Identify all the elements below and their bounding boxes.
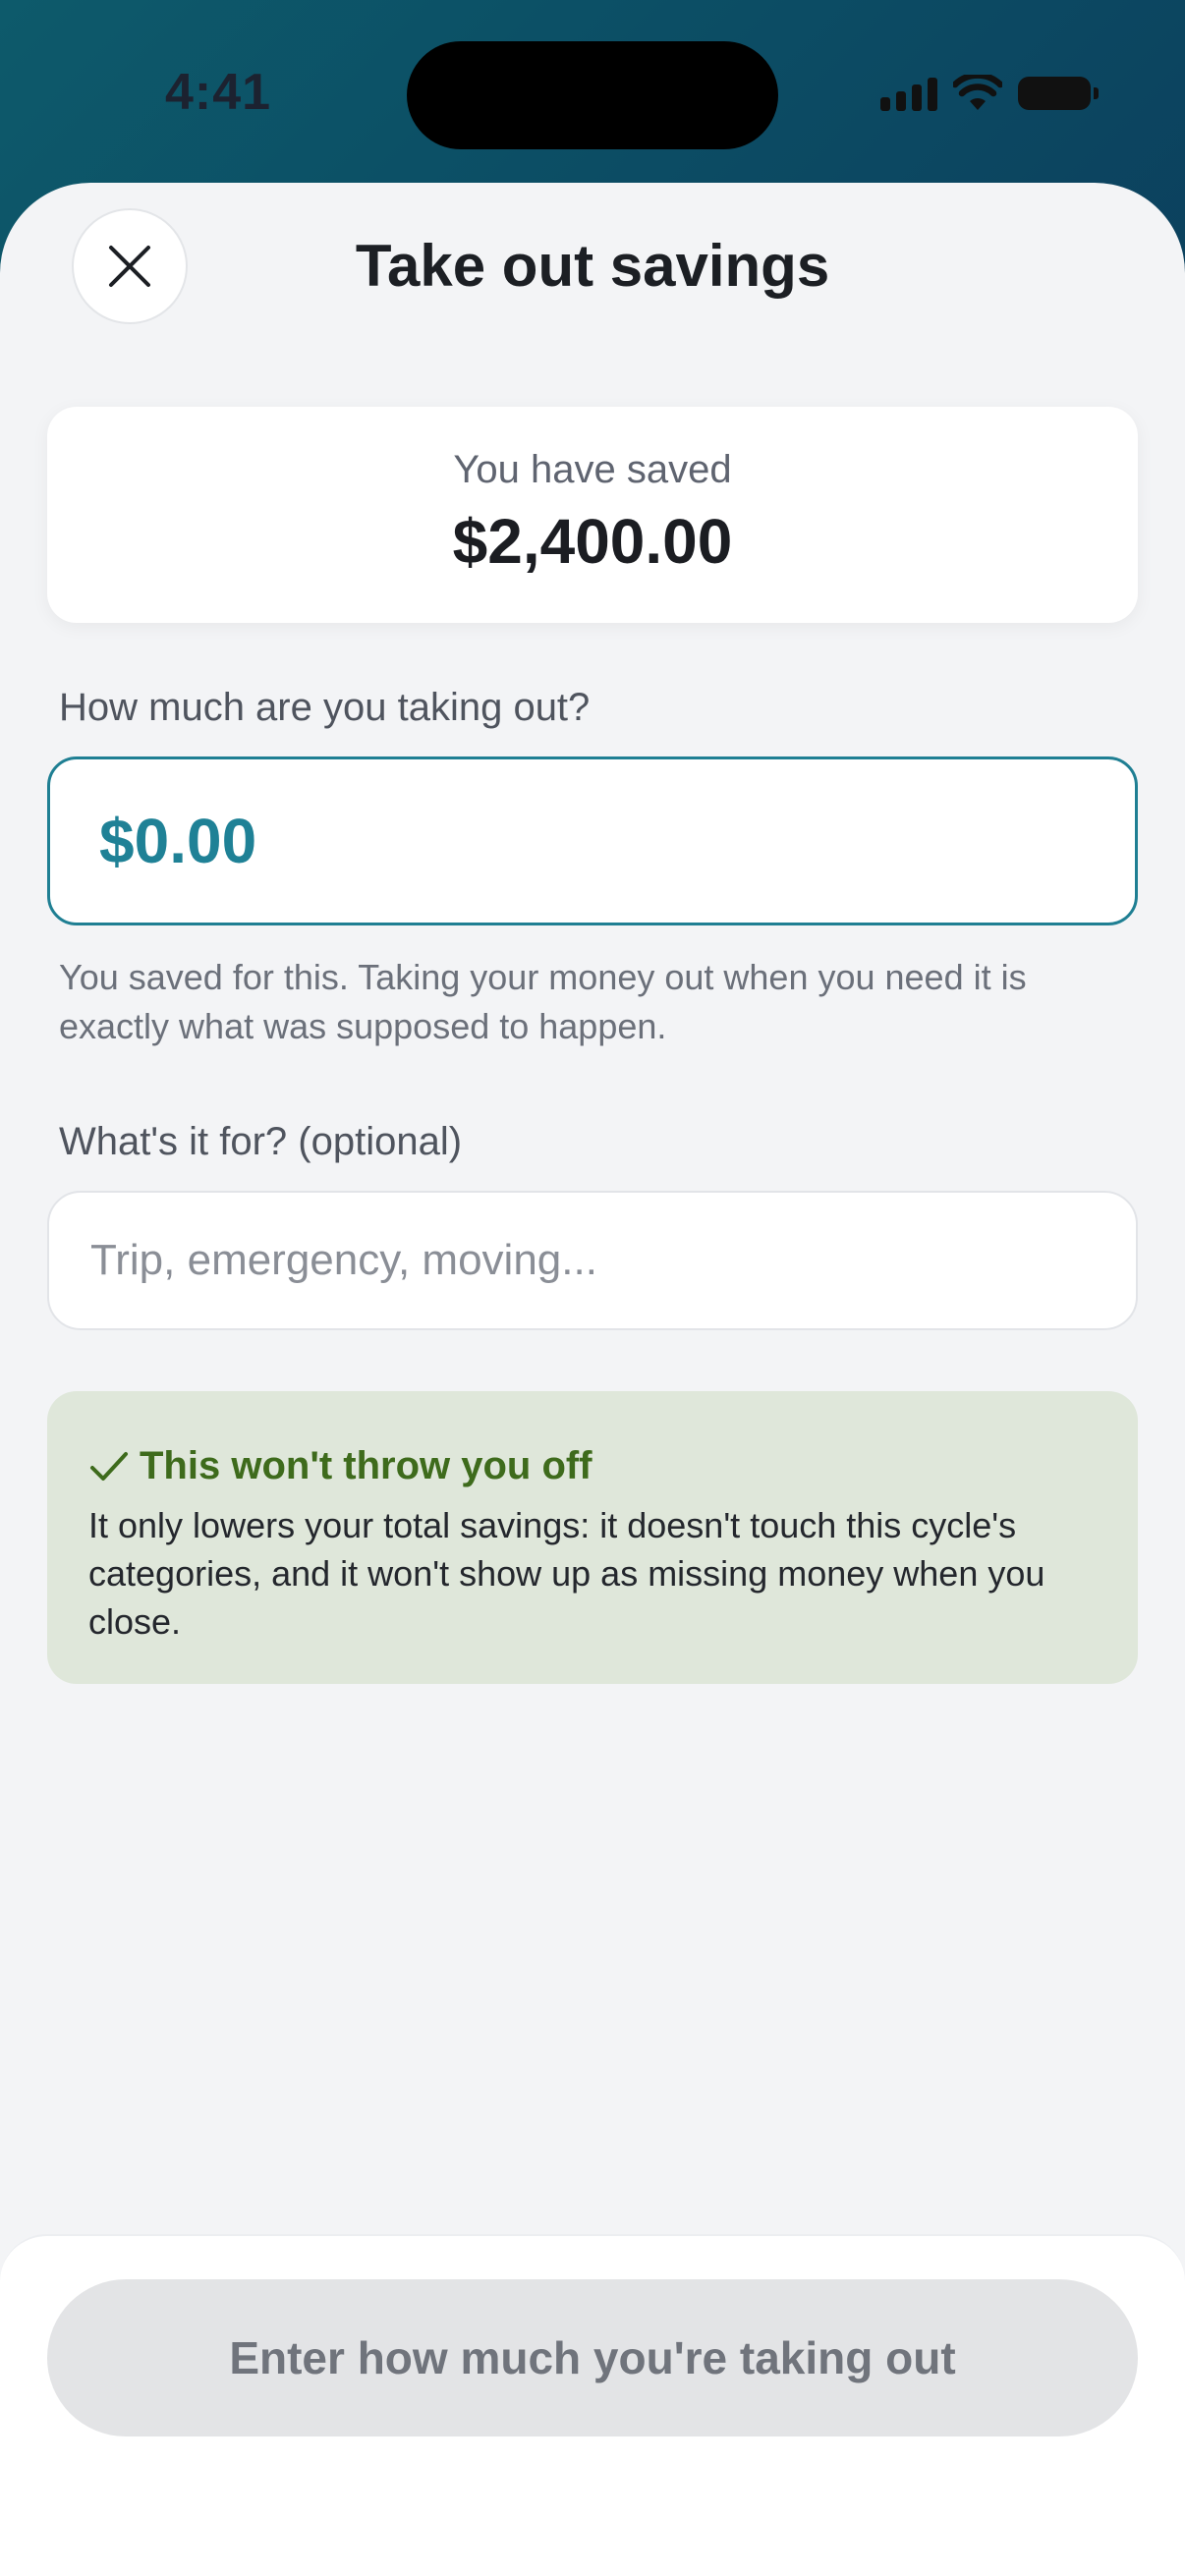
- page-title: Take out savings: [355, 233, 830, 299]
- info-title-text: This won't throw you off: [140, 1444, 592, 1487]
- amount-input[interactable]: $0.00: [47, 756, 1138, 925]
- dynamic-island: [407, 41, 778, 149]
- amount-field-label: How much are you taking out?: [59, 686, 591, 729]
- saved-label: You have saved: [453, 448, 732, 491]
- status-bar: 4:41: [0, 0, 1185, 187]
- saved-amount: $2,400.00: [452, 506, 733, 577]
- confirm-button[interactable]: Enter how much you're taking out: [47, 2279, 1138, 2436]
- status-time: 4:41: [165, 64, 272, 121]
- amount-value: $0.00: [99, 806, 257, 876]
- bottom-sheet: Take out savings You have saved $2,400.0…: [0, 183, 1185, 2576]
- purpose-input[interactable]: Trip, emergency, moving...: [47, 1191, 1138, 1330]
- info-callout-body: It only lowers your total savings: it do…: [88, 1505, 1045, 1642]
- checkmark-icon: [90, 1451, 128, 1481]
- status-icons: [880, 75, 1099, 112]
- info-callout: This won't throw you off It only lowers …: [47, 1391, 1138, 1684]
- purpose-placeholder: Trip, emergency, moving...: [90, 1236, 597, 1284]
- purpose-field-label: What's it for? (optional): [59, 1120, 463, 1163]
- footer: Enter how much you're taking out: [0, 2234, 1185, 2576]
- cellular-signal-icon: [880, 76, 937, 111]
- amount-helper-text: You saved for this. Taking your money ou…: [59, 957, 1027, 1046]
- wifi-icon: [953, 75, 1002, 110]
- screen: 4:41 Take out savings You have saved $2,…: [0, 0, 1185, 2576]
- info-callout-title: This won't throw you off: [88, 1444, 592, 1488]
- saved-balance-card: You have saved $2,400.00: [47, 407, 1138, 623]
- battery-icon: [1018, 77, 1099, 110]
